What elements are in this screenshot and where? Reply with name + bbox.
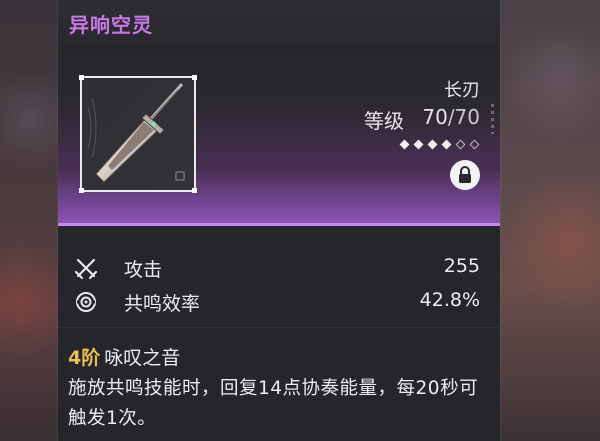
weapon-thumbnail[interactable] xyxy=(79,75,197,193)
rank-diamond-filled xyxy=(413,139,424,150)
weapon-detail-panel: 异响空灵 长刃 等级 70/70 攻击 255 共鸣效率 42.8% 4阶 咏叹… xyxy=(58,0,500,441)
stat-label: 共鸣效率 xyxy=(124,293,201,315)
passive-title: 4阶 咏叹之音 xyxy=(68,343,180,370)
frame-corner xyxy=(79,75,84,80)
level-current: 70 xyxy=(422,105,448,129)
lock-button[interactable] xyxy=(450,160,480,190)
rank-diamonds xyxy=(399,139,480,150)
long-blade-icon xyxy=(87,82,185,183)
level-label: 等级 xyxy=(364,109,404,133)
background-left xyxy=(0,0,58,441)
rarity-accent-line xyxy=(58,223,500,226)
background-right xyxy=(500,0,600,441)
title-bar: 异响空灵 xyxy=(58,0,500,44)
frame-corner xyxy=(192,188,197,193)
rank-diamond-filled xyxy=(441,139,452,150)
stat-row-energy-regen: 共鸣效率 42.8% xyxy=(58,284,500,320)
level-max: /70 xyxy=(447,105,480,129)
passive-rank: 4阶 xyxy=(68,347,101,369)
frame-corner xyxy=(79,188,84,193)
weapon-name: 异响空灵 xyxy=(69,13,153,37)
stat-value: 255 xyxy=(443,255,480,277)
stat-row-attack: 攻击 255 xyxy=(58,250,500,286)
passive-description: 施放共鸣技能时，回复14点协奏能量，每20秒可触发1次。 xyxy=(68,378,479,429)
scroll-indicator xyxy=(491,104,494,134)
passive-name: 咏叹之音 xyxy=(104,347,181,369)
frame-corner xyxy=(192,75,197,80)
rank-diamond-filled xyxy=(399,139,410,150)
rank-diamond-filled xyxy=(427,139,438,150)
weapon-type: 长刃 xyxy=(444,80,480,101)
stat-label: 攻击 xyxy=(124,259,163,281)
rank-diamond-empty xyxy=(469,139,480,150)
level-value: 70/70 xyxy=(422,105,480,129)
stat-value: 42.8% xyxy=(419,289,480,311)
lock-icon xyxy=(459,166,471,183)
weapon-hero-area: 长刃 等级 70/70 xyxy=(58,44,500,224)
crossed-swords-icon xyxy=(74,258,98,280)
resonance-ring-icon xyxy=(76,292,96,312)
rank-diamond-empty xyxy=(455,139,466,150)
divider xyxy=(58,327,500,328)
